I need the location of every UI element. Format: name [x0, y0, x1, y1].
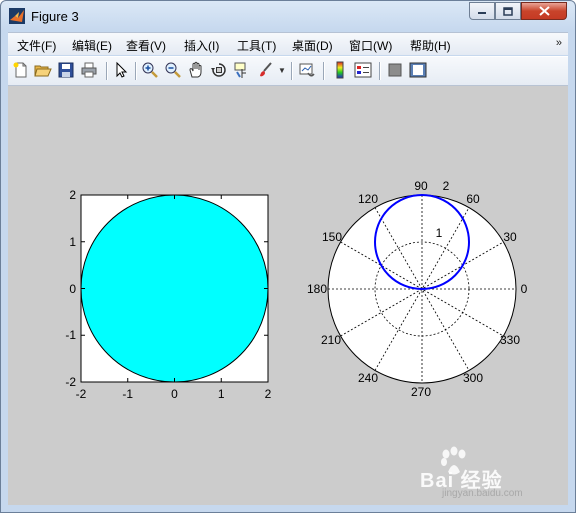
menu-bar: 文件(F) 编辑(E) 查看(V) 插入(I) 工具(T) 桌面(D) 窗口(W… — [8, 32, 568, 55]
watermark-url: jingyan.baidu.com — [442, 488, 523, 499]
y-tick-label: -1 — [65, 328, 76, 342]
menu-edit[interactable]: 编辑(E) — [72, 37, 112, 54]
angle-label: 330 — [500, 333, 520, 347]
angle-label: 150 — [322, 230, 342, 244]
figure-window: Figure 3 文件(F) 编辑(E) 查看(V) 插入(I) 工具(T) 桌… — [0, 0, 576, 513]
title-bar[interactable]: Figure 3 — [1, 1, 575, 31]
show-plot-tools-icon[interactable] — [409, 61, 427, 79]
maximize-button[interactable] — [495, 2, 521, 20]
zoom-out-icon[interactable] — [164, 61, 182, 79]
figure-toolbar: ▼ — [8, 56, 568, 86]
menu-tools[interactable]: 工具(T) — [237, 37, 276, 54]
matlab-logo-icon — [9, 8, 25, 24]
edit-plot-arrow-icon[interactable] — [112, 61, 130, 79]
brush-dropdown-icon[interactable]: ▼ — [278, 66, 286, 75]
brush-icon[interactable] — [257, 61, 275, 79]
toolbar-separator — [106, 62, 108, 80]
menu-insert[interactable]: 插入(I) — [184, 37, 219, 54]
radius-label: 1 — [436, 226, 443, 240]
menu-help[interactable]: 帮助(H) — [410, 37, 451, 54]
angle-label: 210 — [321, 333, 341, 347]
close-icon — [538, 6, 550, 16]
insert-legend-icon[interactable] — [354, 61, 372, 79]
x-tick-label: -1 — [122, 387, 133, 401]
open-file-icon[interactable] — [34, 61, 52, 79]
plots-svg: -2 -1 0 1 2 2 1 0 -1 -2 0 30 60 90 120 1… — [65, 179, 528, 401]
y-tick-label: 2 — [69, 188, 76, 202]
pan-hand-icon[interactable] — [187, 61, 205, 79]
angle-label: 300 — [463, 371, 483, 385]
link-plot-icon[interactable] — [298, 61, 316, 79]
rotate-3d-icon[interactable] — [210, 61, 228, 79]
toolbar-separator — [135, 62, 137, 80]
radius-label: 2 — [443, 179, 450, 193]
angle-label: 60 — [466, 192, 480, 206]
print-icon[interactable] — [80, 61, 98, 79]
menu-file[interactable]: 文件(F) — [17, 37, 56, 54]
zoom-in-icon[interactable] — [141, 61, 159, 79]
x-tick-label: -2 — [76, 387, 87, 401]
angle-label: 180 — [307, 282, 327, 296]
angle-label: 90 — [414, 179, 428, 193]
insert-colorbar-icon[interactable] — [331, 61, 349, 79]
angle-label: 270 — [411, 385, 431, 399]
toolbar-separator — [323, 62, 325, 80]
toolbar-separator — [291, 62, 293, 80]
minimize-icon — [478, 12, 486, 14]
y-tick-label: 0 — [69, 282, 76, 296]
menu-desktop[interactable]: 桌面(D) — [292, 37, 333, 54]
menu-view[interactable]: 查看(V) — [126, 37, 166, 54]
hide-plot-tools-icon[interactable] — [386, 61, 404, 79]
cartesian-axes[interactable]: -2 -1 0 1 2 2 1 0 -1 -2 — [65, 188, 271, 401]
maximize-icon — [503, 6, 513, 16]
angle-label: 0 — [521, 282, 528, 296]
data-cursor-icon[interactable] — [233, 61, 251, 79]
y-tick-label: 1 — [69, 235, 76, 249]
x-tick-label: 0 — [171, 387, 178, 401]
double-chevron-down-icon[interactable]: » — [556, 37, 562, 49]
y-tick-label: -2 — [65, 375, 76, 389]
save-icon[interactable] — [57, 61, 75, 79]
close-button[interactable] — [521, 2, 567, 20]
x-tick-label: 1 — [218, 387, 225, 401]
x-tick-label: 2 — [265, 387, 272, 401]
angle-label: 240 — [358, 371, 378, 385]
window-title: Figure 3 — [31, 9, 79, 24]
polar-axes[interactable]: 0 30 60 90 120 150 180 210 240 270 300 3… — [307, 179, 528, 399]
minimize-button[interactable] — [469, 2, 495, 20]
angle-label: 120 — [358, 192, 378, 206]
angle-label: 30 — [503, 230, 517, 244]
figure-canvas[interactable]: -2 -1 0 1 2 2 1 0 -1 -2 0 30 60 90 120 1… — [8, 86, 568, 505]
menu-window[interactable]: 窗口(W) — [349, 37, 392, 54]
toolbar-separator — [379, 62, 381, 80]
new-figure-icon[interactable] — [12, 61, 30, 79]
filled-circle — [80, 194, 269, 383]
